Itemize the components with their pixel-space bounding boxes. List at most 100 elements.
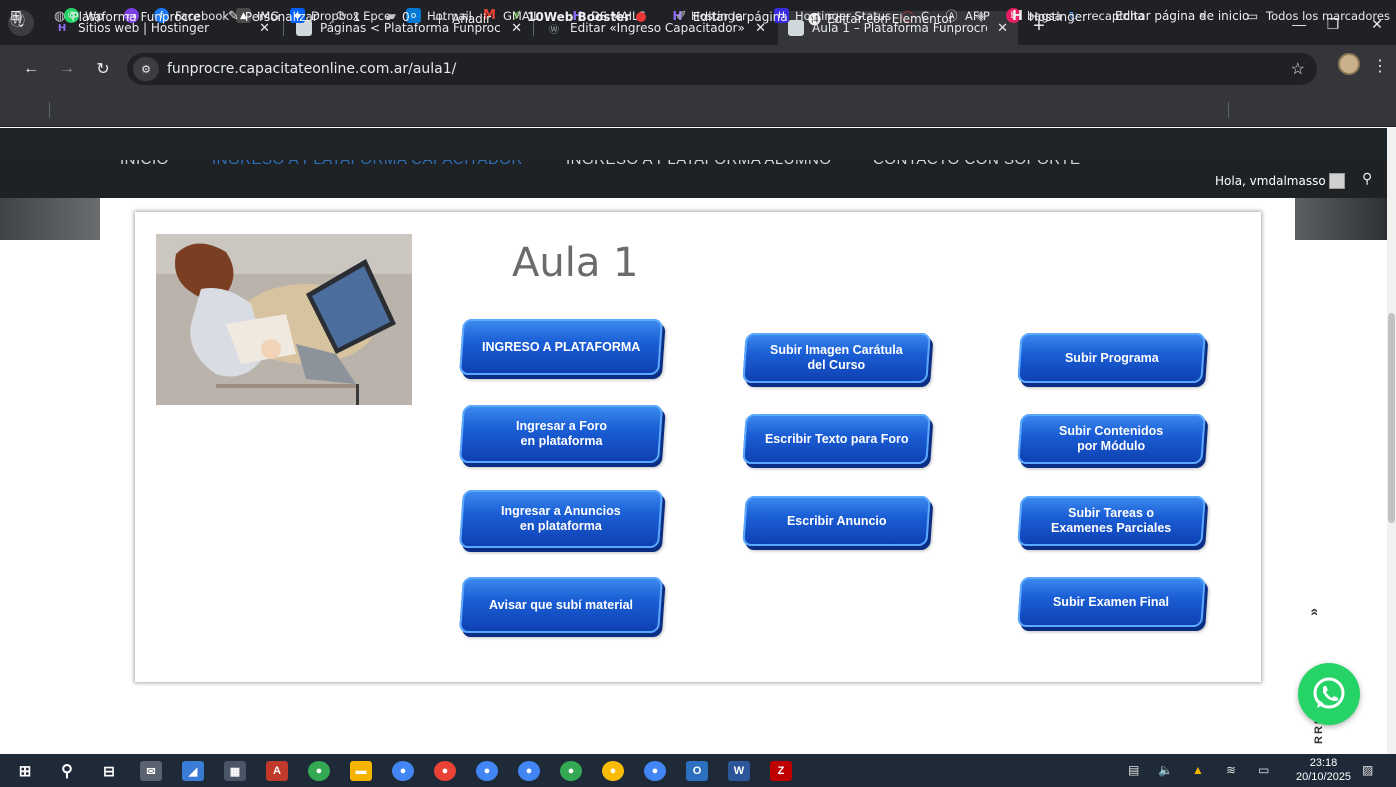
wp-updates-link[interactable]: ⟳ 1 [336, 9, 361, 24]
file-explorer-icon[interactable]: ▬ [350, 761, 372, 781]
bookmark-star-icon[interactable]: ☆ [1291, 59, 1305, 79]
chrome-profile-icon[interactable]: ● [392, 761, 414, 781]
all-bookmarks-button[interactable]: ▭ Todos los marcadores [1245, 8, 1390, 23]
hostinger-icon: H [1012, 9, 1023, 24]
button-label: Subir Tareas o Examenes Parciales [1051, 506, 1172, 535]
ingresar-anuncios-button[interactable]: Ingresar a Anuncios en plataforma [458, 490, 664, 548]
mail-icon[interactable]: ✉ [140, 761, 162, 781]
wp-edit-home-label: Editar página de inicio [1115, 9, 1250, 23]
outlook-icon[interactable]: O [686, 761, 708, 781]
windows-start-icon[interactable]: ⊞ [14, 761, 36, 781]
subir-contenidos-button[interactable]: Subir Contenidos por Módulo [1017, 414, 1206, 464]
wp-add-label: Añadir [452, 11, 492, 26]
site-header: INICIO INGRESO A PLATAFORMA CAPACITADOR … [0, 160, 1396, 198]
volume-icon[interactable]: 🔈 [1158, 763, 1173, 777]
browser-menu-icon[interactable]: ⋮ [1372, 56, 1388, 76]
button-label: Subir Imagen Carátula del Curso [770, 343, 903, 372]
elementor-icon: ⓮ [808, 13, 822, 28]
battery-icon[interactable]: ▭ [1258, 763, 1269, 777]
button-label: Avisar que subí material [488, 597, 634, 612]
chrome-profile-icon[interactable]: ● [434, 761, 456, 781]
wp-elementor-link[interactable]: ⓮ Editar con Elementor [808, 9, 954, 29]
user-avatar[interactable] [1329, 173, 1345, 189]
wp-comments-count: 0 [402, 9, 410, 24]
escribir-anuncio-button[interactable]: Escribir Anuncio [742, 496, 931, 546]
wp-site-link[interactable]: ◍ Plataforma Funprocre [54, 9, 200, 24]
menu-item-contacto-soporte[interactable]: CONTACTO CON SOPORTE [873, 160, 1081, 168]
subir-programa-button[interactable]: Subir Programa [1017, 333, 1206, 383]
address-bar[interactable]: ⚙ funprocre.capacitateonline.com.ar/aula… [127, 53, 1317, 85]
updates-icon: ⟳ [336, 9, 347, 24]
search-icon[interactable]: ⚲ [1362, 170, 1372, 187]
dashboard-icon: ◍ [54, 9, 66, 24]
escribir-texto-foro-button[interactable]: Escribir Texto para Foro [742, 414, 931, 464]
filezilla-icon[interactable]: Z [770, 761, 792, 781]
student-laptop-photo [156, 234, 412, 405]
access-icon[interactable]: A [266, 761, 288, 781]
ingresar-foro-button[interactable]: Ingresar a Foro en plataforma [458, 405, 664, 463]
button-label: Escribir Texto para Foro [764, 431, 909, 446]
scrollbar-thumb[interactable] [1388, 313, 1395, 523]
clock-date: 20/10/2025 [1296, 771, 1352, 783]
button-label: INGRESO A PLATAFORMA [481, 339, 641, 354]
wp-booster-label: 10Web Booster [527, 9, 631, 24]
wp-customize-link[interactable]: ✎ Personalizar [228, 9, 318, 24]
back-icon[interactable]: ← [20, 58, 42, 80]
site-info-icon[interactable]: ⚙ [133, 57, 159, 81]
whatsapp-icon [1313, 677, 1345, 709]
word-icon[interactable]: W [728, 761, 750, 781]
browser-toolbar: ← → ↻ ⚙ funprocre.capacitateonline.com.a… [0, 45, 1396, 93]
chrome-profile-icon[interactable]: ● [602, 761, 624, 781]
wp-edit-page-link[interactable]: ✐ Editar la página [676, 9, 788, 24]
chrome-profile-icon[interactable]: ● [644, 761, 666, 781]
wp-hostinger-link[interactable]: H Hostinger [1012, 9, 1087, 24]
url-text[interactable]: funprocre.capacitateonline.com.ar/aula1/ [167, 61, 456, 77]
search-icon[interactable]: ⚲ [56, 761, 78, 781]
chrome-profile-icon[interactable]: ● [476, 761, 498, 781]
subir-imagen-caratula-button[interactable]: Subir Imagen Carátula del Curso [742, 333, 931, 383]
system-clock[interactable]: 23:18 20/10/2025 [1296, 756, 1351, 784]
plus-icon: ＋ [433, 13, 447, 28]
user-greeting[interactable]: Hola, vmdalmasso [1215, 174, 1326, 188]
wp-diamond-link[interactable]: ◈ [976, 9, 992, 24]
drive-icon[interactable]: ▲ [1192, 763, 1204, 777]
wordpress-logo-icon[interactable]: Ⓦ [10, 9, 31, 30]
menu-item-inicio[interactable]: INICIO [120, 160, 169, 168]
wp-edit-home-link[interactable]: Editar página de inicio [1115, 9, 1249, 23]
reload-icon[interactable]: ↻ [92, 58, 114, 80]
forward-icon[interactable]: → [56, 58, 78, 80]
wp-add-new-link[interactable]: ＋ Añadir [433, 9, 492, 29]
notifications-icon[interactable]: ▨ [1362, 763, 1373, 777]
wifi-icon[interactable]: ≋ [1226, 763, 1236, 777]
wp-admin-bar [0, 128, 1396, 160]
wp-edit-page-label: Editar la página [692, 9, 788, 24]
profile-avatar[interactable] [1338, 53, 1360, 75]
notes-icon[interactable]: ◢ [182, 761, 204, 781]
chrome-profile-icon[interactable]: ● [518, 761, 540, 781]
pencil-icon: ✐ [676, 9, 687, 24]
wp-elementor-label: Editar con Elementor [827, 11, 954, 26]
avisar-material-button[interactable]: Avisar que subí material [459, 577, 663, 633]
wp-comments-link[interactable]: ▰ 0 [386, 9, 410, 24]
diamond-icon: ◈ [976, 9, 986, 24]
ingreso-plataforma-button[interactable]: INGRESO A PLATAFORMA [459, 319, 663, 375]
chrome-icon[interactable]: ● [308, 761, 330, 781]
keyboard-icon[interactable]: ▤ [1128, 763, 1139, 777]
subir-tareas-button[interactable]: Subir Tareas o Examenes Parciales [1017, 496, 1206, 546]
subir-examen-final-button[interactable]: Subir Examen Final [1017, 577, 1206, 627]
double-chevron-up-icon: » [1304, 608, 1321, 616]
hero-banner-left [0, 198, 100, 240]
button-label: Ingresar a Anuncios en plataforma [501, 504, 621, 533]
calculator-icon[interactable]: ▦ [224, 761, 246, 781]
wp-updates-count: 1 [352, 9, 361, 24]
whatsapp-chat-button[interactable] [1298, 663, 1360, 725]
comment-icon: ▰ [386, 9, 396, 24]
chrome-profile-icon[interactable]: ● [560, 761, 582, 781]
menu-item-ingreso-alumno[interactable]: INGRESO A PLATAFORMA ALUMNO [566, 160, 832, 168]
page-scrollbar[interactable] [1387, 128, 1396, 754]
wp-booster-link[interactable]: ⚡ 10Web Booster [512, 9, 647, 24]
task-view-icon[interactable]: ⊟ [98, 761, 120, 781]
menu-item-ingreso-capacitador[interactable]: INGRESO A PLATAFORMA CAPACITADOR [212, 160, 523, 168]
wp-hostinger-label: Hostinger [1028, 9, 1088, 24]
button-label: Subir Contenidos por Módulo [1059, 424, 1164, 453]
